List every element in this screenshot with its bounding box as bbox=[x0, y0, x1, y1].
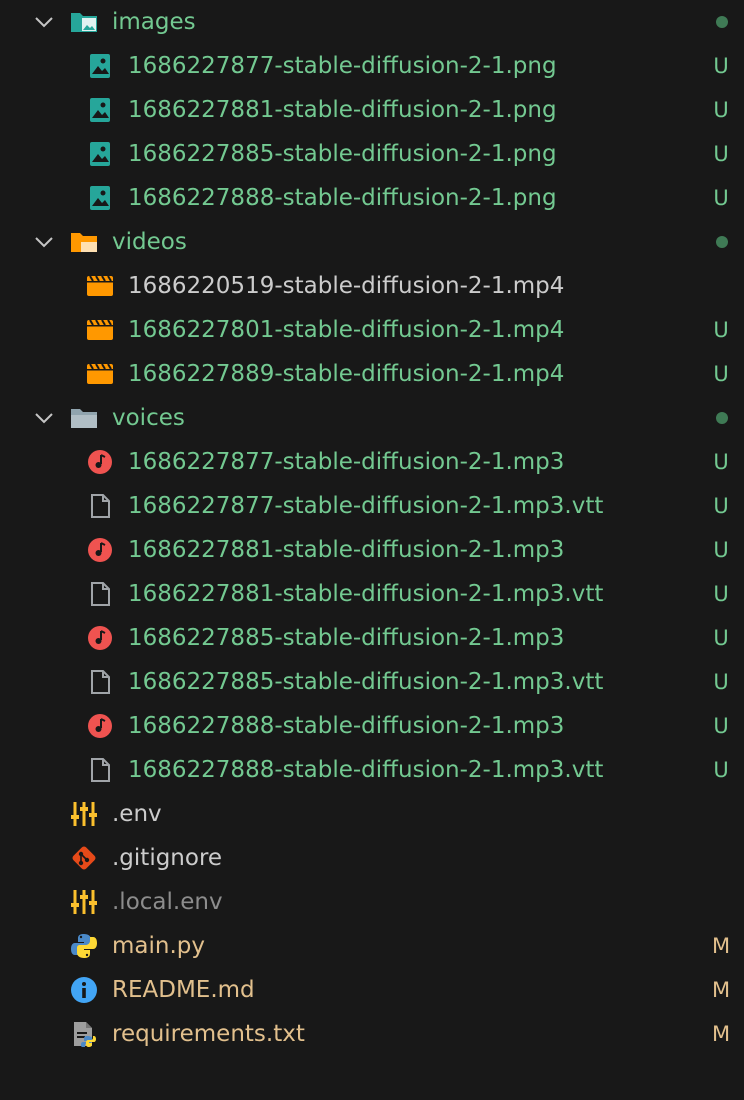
file-label: 1686227885-stable-diffusion-2-1.png bbox=[128, 141, 557, 167]
git-status-badge: M bbox=[711, 978, 731, 1002]
folder-row-videos[interactable]: videos bbox=[0, 220, 744, 264]
video-file-icon bbox=[87, 319, 113, 340]
git-status-badge: U bbox=[713, 582, 729, 606]
image-file-icon bbox=[90, 98, 110, 122]
file-row[interactable]: .local.env bbox=[0, 880, 744, 924]
git-status-badge: M bbox=[711, 934, 731, 958]
folder-label: videos bbox=[112, 229, 187, 255]
file-label: 1686227881-stable-diffusion-2-1.mp3 bbox=[128, 537, 565, 563]
text-file-icon bbox=[91, 758, 110, 782]
file-label: 1686227889-stable-diffusion-2-1.mp4 bbox=[128, 361, 565, 387]
file-label: requirements.txt bbox=[112, 1021, 305, 1047]
file-row[interactable]: 1686227889-stable-diffusion-2-1.mp4 U bbox=[0, 352, 744, 396]
folder-row-voices[interactable]: voices bbox=[0, 396, 744, 440]
file-label: main.py bbox=[112, 933, 205, 959]
env-settings-icon bbox=[71, 890, 97, 914]
audio-file-icon bbox=[88, 450, 112, 474]
file-row[interactable]: 1686227888-stable-diffusion-2-1.mp3 U bbox=[0, 704, 744, 748]
chevron-down-icon[interactable] bbox=[32, 406, 56, 430]
file-label: .env bbox=[112, 801, 162, 827]
file-row[interactable]: 1686227877-stable-diffusion-2-1.png U bbox=[0, 44, 744, 88]
audio-file-icon bbox=[88, 538, 112, 562]
requirements-file-icon bbox=[74, 1022, 96, 1047]
file-label: 1686227881-stable-diffusion-2-1.png bbox=[128, 97, 557, 123]
info-icon bbox=[71, 977, 97, 1003]
image-file-icon bbox=[90, 186, 110, 210]
image-file-icon bbox=[90, 54, 110, 78]
file-row[interactable]: .gitignore bbox=[0, 836, 744, 880]
file-label: 1686227877-stable-diffusion-2-1.mp3.vtt bbox=[128, 493, 604, 519]
git-status-badge: U bbox=[713, 758, 729, 782]
python-icon bbox=[71, 934, 97, 958]
env-settings-icon bbox=[71, 802, 97, 826]
text-file-icon bbox=[91, 582, 110, 606]
git-status-badge: U bbox=[713, 362, 729, 386]
chevron-down-icon[interactable] bbox=[32, 10, 56, 34]
git-status-badge: U bbox=[713, 714, 729, 738]
git-status-badge: U bbox=[713, 318, 729, 342]
file-row[interactable]: 1686227881-stable-diffusion-2-1.mp3.vtt … bbox=[0, 572, 744, 616]
file-label: 1686227877-stable-diffusion-2-1.mp3 bbox=[128, 449, 565, 475]
file-row[interactable]: 1686227888-stable-diffusion-2-1.png U bbox=[0, 176, 744, 220]
image-file-icon bbox=[90, 142, 110, 166]
file-row[interactable]: 1686227885-stable-diffusion-2-1.png U bbox=[0, 132, 744, 176]
file-row[interactable]: requirements.txt M bbox=[0, 1012, 744, 1056]
git-status-badge: U bbox=[713, 98, 729, 122]
video-file-icon bbox=[87, 275, 113, 296]
git-status-badge: U bbox=[713, 538, 729, 562]
file-label: README.md bbox=[112, 977, 255, 1003]
folder-icon bbox=[71, 409, 97, 428]
file-label: 1686227885-stable-diffusion-2-1.mp3.vtt bbox=[128, 669, 604, 695]
chevron-down-icon[interactable] bbox=[32, 230, 56, 254]
audio-file-icon bbox=[88, 714, 112, 738]
file-row[interactable]: .env bbox=[0, 792, 744, 836]
file-row[interactable]: 1686227885-stable-diffusion-2-1.mp3.vtt … bbox=[0, 660, 744, 704]
folder-label: voices bbox=[112, 405, 185, 431]
folder-status-dot bbox=[716, 412, 728, 424]
file-label: 1686227801-stable-diffusion-2-1.mp4 bbox=[128, 317, 565, 343]
text-file-icon bbox=[91, 494, 110, 518]
git-status-badge: M bbox=[711, 1022, 731, 1046]
file-row[interactable]: 1686227881-stable-diffusion-2-1.png U bbox=[0, 88, 744, 132]
file-label: 1686220519-stable-diffusion-2-1.mp4 bbox=[128, 273, 565, 299]
folder-status-dot bbox=[716, 16, 728, 28]
file-explorer-tree: images 1686227877-stable-diffusion-2-1.p… bbox=[0, 0, 744, 1100]
git-status-badge: U bbox=[713, 626, 729, 650]
folder-status-dot bbox=[716, 236, 728, 248]
file-row[interactable]: 1686227885-stable-diffusion-2-1.mp3 U bbox=[0, 616, 744, 660]
git-status-badge: U bbox=[713, 494, 729, 518]
file-row[interactable]: 1686227801-stable-diffusion-2-1.mp4 U bbox=[0, 308, 744, 352]
file-row[interactable]: README.md M bbox=[0, 968, 744, 1012]
git-icon bbox=[72, 846, 96, 870]
file-row[interactable]: main.py M bbox=[0, 924, 744, 968]
git-status-badge: U bbox=[713, 54, 729, 78]
file-row[interactable]: 1686220519-stable-diffusion-2-1.mp4 bbox=[0, 264, 744, 308]
git-status-badge: U bbox=[713, 450, 729, 474]
file-row[interactable]: 1686227877-stable-diffusion-2-1.mp3.vtt … bbox=[0, 484, 744, 528]
file-row[interactable]: 1686227881-stable-diffusion-2-1.mp3 U bbox=[0, 528, 744, 572]
video-folder-icon bbox=[71, 233, 97, 252]
file-row[interactable]: 1686227888-stable-diffusion-2-1.mp3.vtt … bbox=[0, 748, 744, 792]
git-status-badge: U bbox=[713, 142, 729, 166]
folder-label: images bbox=[112, 9, 196, 35]
git-status-badge: U bbox=[713, 186, 729, 210]
audio-file-icon bbox=[88, 626, 112, 650]
file-row[interactable]: 1686227877-stable-diffusion-2-1.mp3 U bbox=[0, 440, 744, 484]
file-label: 1686227888-stable-diffusion-2-1.mp3.vtt bbox=[128, 757, 604, 783]
git-status-badge: U bbox=[713, 670, 729, 694]
file-label: 1686227888-stable-diffusion-2-1.mp3 bbox=[128, 713, 565, 739]
file-label: .gitignore bbox=[112, 845, 223, 871]
git-status-badge bbox=[710, 264, 732, 308]
file-label: 1686227877-stable-diffusion-2-1.png bbox=[128, 53, 557, 79]
video-file-icon bbox=[87, 363, 113, 384]
file-label: 1686227881-stable-diffusion-2-1.mp3.vtt bbox=[128, 581, 604, 607]
file-label: .local.env bbox=[112, 889, 223, 915]
text-file-icon bbox=[91, 670, 110, 694]
file-label: 1686227888-stable-diffusion-2-1.png bbox=[128, 185, 557, 211]
image-folder-icon bbox=[71, 13, 97, 32]
file-label: 1686227885-stable-diffusion-2-1.mp3 bbox=[128, 625, 565, 651]
folder-row-images[interactable]: images bbox=[0, 0, 744, 44]
